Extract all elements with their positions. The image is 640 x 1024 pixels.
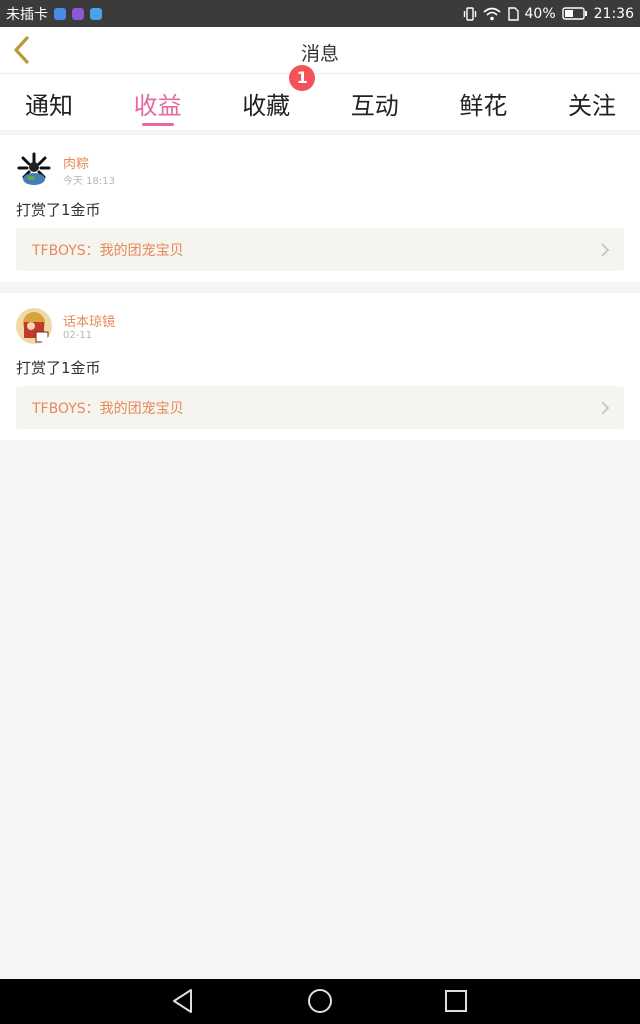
tab-flowers[interactable]: 鲜花	[459, 74, 507, 130]
header-bar: 消息	[0, 27, 640, 74]
notification-app-icon	[72, 7, 84, 20]
message-card: 话本琼镜 02-11 打赏了1金币 TFBOYS：我的团宠宝贝	[0, 293, 640, 440]
wifi-icon	[482, 7, 501, 20]
avatar[interactable]	[16, 308, 52, 344]
book-title: TFBOYS：我的团宠宝贝	[32, 243, 184, 259]
tab-bar: 通知 收益 收藏 1 互动 鲜花 关注	[0, 65, 640, 130]
status-left: 未插卡	[6, 4, 102, 24]
recents-square-icon	[445, 990, 467, 1012]
back-triangle-icon	[173, 989, 192, 1013]
battery-icon	[561, 7, 587, 20]
notification-app-icon	[54, 7, 66, 20]
tab-label: 通知	[25, 92, 73, 120]
status-right: 40% 21:36	[463, 6, 634, 22]
book-link[interactable]: TFBOYS：我的团宠宝贝	[16, 228, 624, 271]
nav-recents-button[interactable]	[443, 987, 469, 1019]
tab-notice[interactable]: 通知	[25, 74, 73, 130]
nav-home-button[interactable]	[306, 987, 334, 1019]
message-text: 打赏了1金币	[16, 359, 101, 377]
clock: 21:36	[593, 5, 634, 22]
battery-percent: 40%	[524, 5, 556, 22]
user-avatar-image	[16, 150, 52, 186]
user-name[interactable]: 话本琼镜	[63, 311, 115, 330]
home-circle-icon	[308, 989, 332, 1013]
message-time: 今天 18:13	[63, 176, 115, 187]
status-bar: 未插卡 40% 21:36	[0, 0, 640, 27]
user-avatar-image	[16, 308, 52, 344]
nav-back-button[interactable]	[170, 987, 196, 1019]
message-text: 打赏了1金币	[16, 201, 101, 219]
active-tab-indicator	[141, 123, 174, 126]
tab-label: 收益	[133, 92, 182, 120]
chevron-right-icon	[601, 243, 610, 257]
book-link[interactable]: TFBOYS：我的团宠宝贝	[16, 386, 624, 429]
tab-earnings[interactable]: 收益	[134, 74, 182, 130]
book-title: TFBOYS：我的团宠宝贝	[32, 401, 184, 417]
unread-badge: 1	[289, 65, 316, 91]
tab-follow[interactable]: 关注	[568, 74, 616, 130]
avatar[interactable]	[16, 150, 52, 186]
notification-app-icon	[90, 7, 102, 20]
sim-icon	[507, 6, 519, 21]
message-card: 肉粽 今天 18:13 打赏了1金币 TFBOYS：我的团宠宝贝	[0, 135, 640, 282]
carrier-label: 未插卡	[6, 6, 48, 23]
tab-label: 收藏	[242, 92, 291, 120]
vibrate-icon	[463, 6, 476, 21]
message-time: 02-11	[63, 330, 93, 341]
user-name[interactable]: 肉粽	[63, 153, 89, 172]
page-title: 消息	[300, 43, 339, 65]
system-nav-bar	[0, 979, 640, 1024]
tab-favorites[interactable]: 收藏 1	[242, 65, 316, 130]
tab-label: 互动	[350, 92, 399, 120]
chevron-right-icon	[601, 401, 610, 415]
tab-label: 关注	[567, 92, 616, 120]
tab-label: 鲜花	[459, 92, 508, 120]
tab-interaction[interactable]: 互动	[351, 74, 399, 130]
